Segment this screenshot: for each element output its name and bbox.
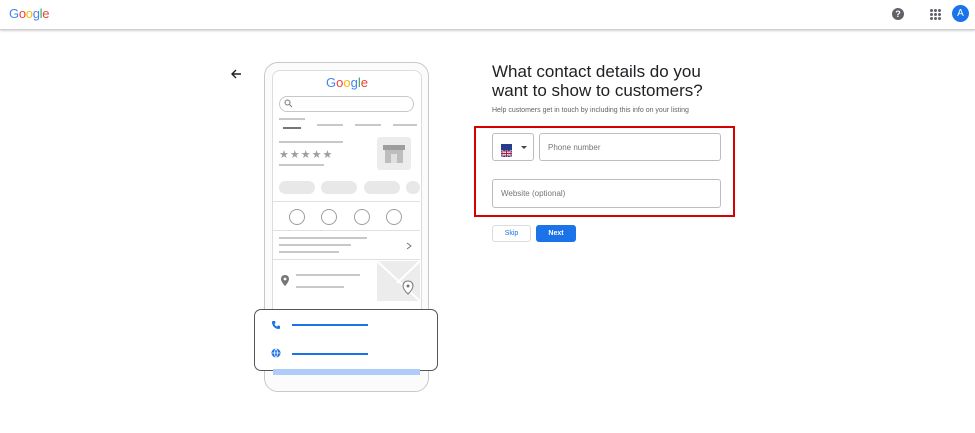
next-button[interactable]: Next	[536, 225, 576, 242]
location-pin-icon	[281, 275, 289, 286]
tab-line	[393, 124, 417, 126]
illustration-search-bar	[279, 96, 414, 112]
uk-flag-icon	[500, 144, 513, 158]
text-line	[279, 237, 367, 239]
search-icon	[284, 99, 293, 108]
logo-letter: o	[18, 6, 26, 21]
text-line	[279, 244, 351, 246]
phone-line	[292, 324, 368, 326]
phone-number-input[interactable]	[539, 133, 721, 161]
page-subtitle: Help customers get in touch by including…	[492, 107, 689, 114]
rating-stars: ★★★★★	[279, 149, 334, 161]
top-bar: Google ? A	[0, 0, 975, 30]
globe-icon	[271, 348, 281, 358]
save-icon	[354, 209, 370, 225]
tab-line	[279, 118, 305, 120]
card-accent	[273, 369, 420, 375]
share-icon	[386, 209, 402, 225]
tab-line	[355, 124, 381, 126]
skip-button[interactable]: Skip	[492, 225, 531, 242]
chip	[364, 181, 400, 194]
divider	[273, 230, 420, 231]
tab-line	[317, 124, 343, 126]
phone-icon	[272, 321, 280, 329]
chevron-right-icon	[406, 242, 412, 250]
back-arrow-icon[interactable]	[228, 66, 244, 82]
call-icon	[321, 209, 337, 225]
website-line	[292, 353, 368, 355]
chip	[279, 181, 315, 194]
google-logo[interactable]: Google	[9, 6, 49, 21]
chip	[406, 181, 420, 194]
divider	[273, 201, 420, 202]
tab-underline	[283, 127, 301, 129]
page-title: What contact details do you want to show…	[492, 62, 703, 100]
apps-grid-icon[interactable]	[930, 9, 941, 20]
text-line	[279, 164, 324, 166]
map-thumbnail	[376, 260, 421, 302]
logo-letter: e	[42, 6, 50, 21]
directions-icon	[289, 209, 305, 225]
chip	[321, 181, 357, 194]
chevron-down-icon	[521, 146, 527, 149]
text-line	[296, 274, 360, 276]
store-icon	[377, 137, 411, 170]
text-line	[279, 251, 339, 253]
contact-card	[254, 309, 438, 371]
website-input[interactable]	[492, 179, 721, 208]
logo-letter: G	[9, 6, 19, 21]
illustration-google-logo: Google	[326, 75, 368, 90]
logo-letter: o	[25, 6, 33, 21]
avatar[interactable]: A	[952, 5, 969, 22]
help-icon[interactable]: ?	[892, 8, 904, 20]
text-line	[296, 286, 344, 288]
country-code-select[interactable]	[492, 133, 534, 161]
logo-letter: g	[32, 6, 40, 21]
text-line	[279, 141, 343, 143]
divider	[273, 259, 420, 260]
